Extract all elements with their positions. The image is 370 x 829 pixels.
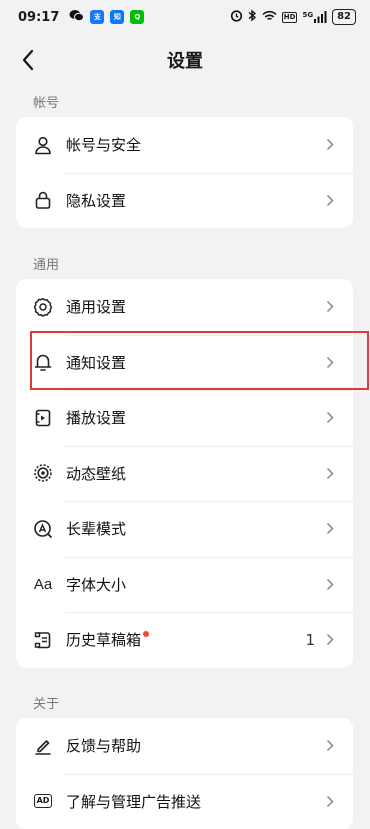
row-privacy-settings[interactable]: 隐私设置 (16, 173, 353, 229)
font-size-icon: Aa (32, 573, 54, 595)
back-button[interactable] (12, 44, 44, 76)
draft-box-icon (32, 629, 54, 651)
page-title: 设置 (167, 47, 203, 73)
chevron-right-icon (325, 633, 335, 647)
section-label-account: 帐号 (33, 92, 59, 111)
row-font-size[interactable]: Aa 字体大小 (16, 557, 353, 613)
row-account-security[interactable]: 帐号与安全 (16, 117, 353, 173)
card-account: 帐号与安全 隐私设置 (16, 117, 353, 228)
bell-icon (32, 351, 54, 373)
ad-icon: AD (32, 790, 54, 812)
chevron-right-icon (325, 739, 335, 753)
signal-icon: 5G (302, 11, 327, 23)
status-bar: 09:17 支 知 Q HD 5G 82 (0, 0, 370, 34)
row-label: 了解与管理广告推送 (66, 791, 325, 812)
status-time: 09:17 (18, 10, 59, 25)
row-label: 反馈与帮助 (66, 735, 325, 756)
row-ad-management[interactable]: AD 了解与管理广告推送 (16, 774, 353, 829)
chevron-right-icon (325, 411, 335, 425)
row-elder-mode[interactable]: 长辈模式 (16, 501, 353, 557)
row-notification-settings[interactable]: 通知设置 (16, 335, 353, 391)
row-label: 通知设置 (66, 352, 325, 373)
chevron-right-icon (325, 300, 335, 314)
alipay-icon: 支 (90, 10, 104, 24)
pencil-icon (32, 735, 54, 757)
card-general: 通用设置 通知设置 播放设置 动态壁纸 长辈模式 Aa 字体大小 (16, 279, 353, 668)
section-label-about: 关于 (33, 693, 59, 712)
chevron-right-icon (325, 466, 335, 480)
chevron-left-icon (21, 49, 35, 71)
network-label: 5G (302, 11, 313, 19)
row-general-settings[interactable]: 通用设置 (16, 279, 353, 335)
draft-count: 1 (305, 631, 315, 649)
wallpaper-icon (32, 462, 54, 484)
row-label: 隐私设置 (66, 190, 325, 211)
iqiyi-icon: Q (130, 10, 144, 24)
row-feedback-help[interactable]: 反馈与帮助 (16, 718, 353, 774)
chevron-right-icon (325, 138, 335, 152)
row-playback-settings[interactable]: 播放设置 (16, 390, 353, 446)
zhihu-icon: 知 (110, 10, 124, 24)
chevron-right-icon (325, 577, 335, 591)
wechat-icon (69, 9, 84, 26)
section-label-general: 通用 (33, 254, 59, 273)
lock-icon (32, 189, 54, 211)
hd-badge: HD (282, 12, 298, 23)
chevron-right-icon (325, 355, 335, 369)
row-label: 历史草稿箱 (66, 629, 305, 650)
row-label-text: 历史草稿箱 (66, 631, 141, 649)
bluetooth-icon (248, 9, 257, 25)
row-label: 通用设置 (66, 296, 325, 317)
row-label: 长辈模式 (66, 518, 325, 539)
wifi-icon (262, 10, 277, 25)
alarm-icon (230, 9, 243, 25)
row-label: 动态壁纸 (66, 463, 325, 484)
gear-icon (32, 296, 54, 318)
row-live-wallpaper[interactable]: 动态壁纸 (16, 446, 353, 502)
card-about: 反馈与帮助 AD 了解与管理广告推送 (16, 718, 353, 829)
nav-bar: 设置 (0, 38, 370, 82)
new-badge-dot (143, 631, 149, 637)
user-icon (32, 134, 54, 156)
row-label: 字体大小 (66, 574, 325, 595)
chevron-right-icon (325, 193, 335, 207)
chevron-right-icon (325, 522, 335, 536)
battery-indicator: 82 (332, 9, 356, 25)
chevron-right-icon (325, 794, 335, 808)
elder-mode-icon (32, 518, 54, 540)
row-label: 播放设置 (66, 407, 325, 428)
row-draft-history[interactable]: 历史草稿箱 1 (16, 612, 353, 668)
ad-icon-text: AD (34, 794, 53, 808)
playback-icon (32, 407, 54, 429)
row-label: 帐号与安全 (66, 134, 325, 155)
